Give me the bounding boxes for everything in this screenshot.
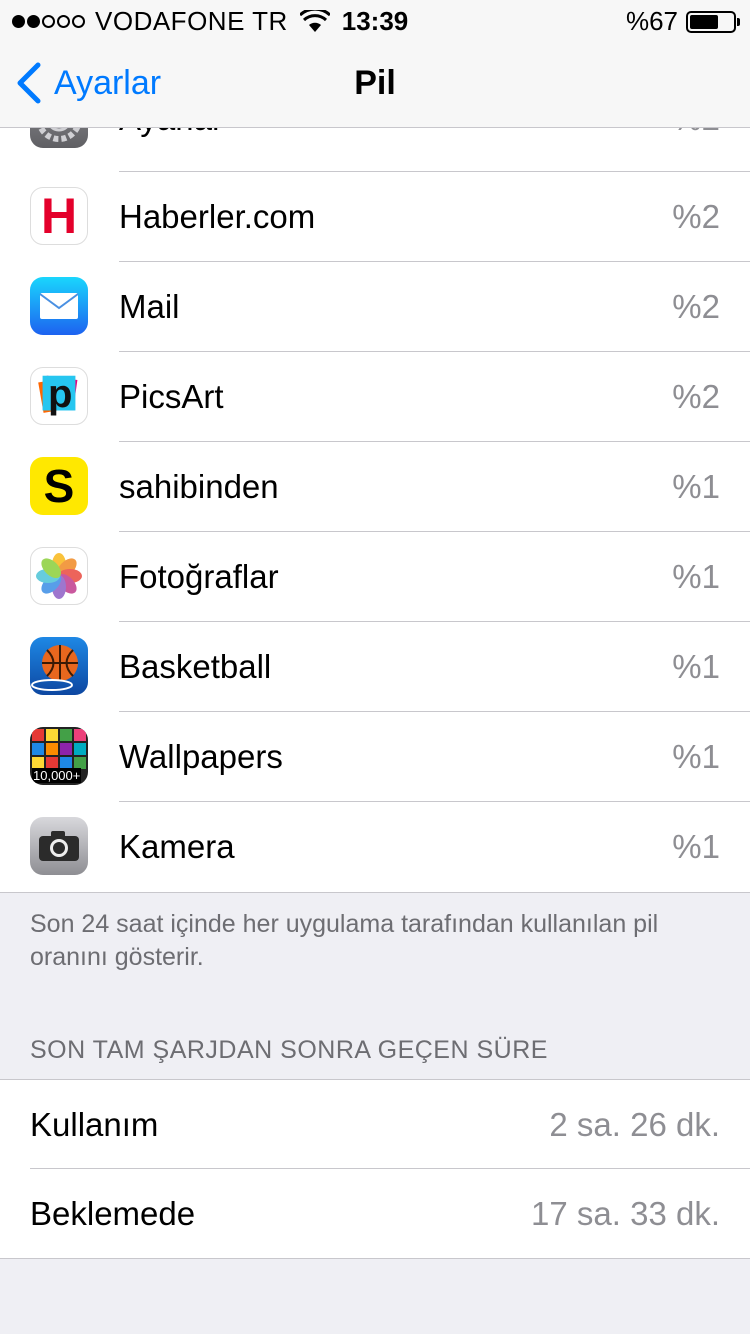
app-name: sahibinden bbox=[119, 468, 279, 505]
usage-label: Kullanım bbox=[30, 1106, 159, 1143]
app-percent: %1 bbox=[672, 558, 720, 595]
list-item[interactable]: S sahibinden %1 bbox=[0, 442, 750, 532]
usage-label: Beklemede bbox=[30, 1195, 196, 1232]
app-name: Wallpapers bbox=[119, 738, 283, 775]
haberler-icon: H bbox=[30, 187, 88, 245]
list-item[interactable]: Mail %2 bbox=[0, 262, 750, 352]
list-item[interactable]: H Haberler.com %2 bbox=[0, 172, 750, 262]
haberler-icon-letter: H bbox=[40, 188, 78, 244]
list-item[interactable]: Basketball %1 bbox=[0, 622, 750, 712]
battery-usage-footnote: Son 24 saat içinde her uygulama tarafınd… bbox=[30, 910, 659, 971]
usage-value: 2 sa. 26 dk. bbox=[549, 1106, 720, 1143]
app-name: Fotoğraflar bbox=[119, 558, 279, 595]
app-percent: %2 bbox=[672, 198, 720, 235]
usage-row-beklemede: Beklemede 17 sa. 33 dk. bbox=[0, 1169, 750, 1258]
list-item[interactable]: Kamera %1 bbox=[0, 802, 750, 892]
list-item[interactable]: 10,000+ Wallpapers %1 bbox=[0, 712, 750, 802]
app-percent: %1 bbox=[672, 828, 720, 865]
app-battery-list: Ayarlar %2 H Haberler.com %2 Mail %2 bbox=[0, 82, 750, 893]
page-title: Pil bbox=[354, 64, 396, 102]
picsart-icon-letter: p bbox=[48, 372, 73, 416]
app-name: Mail bbox=[119, 288, 180, 325]
list-item[interactable]: Fotoğraflar %1 bbox=[0, 532, 750, 622]
picsart-icon: p bbox=[30, 367, 88, 425]
app-name: Kamera bbox=[119, 828, 235, 865]
wallpapers-icon: 10,000+ bbox=[30, 727, 88, 785]
section-header: SON TAM ŞARJDAN SONRA GEÇEN SÜRE bbox=[30, 1036, 548, 1064]
app-name: PicsArt bbox=[119, 378, 224, 415]
mail-icon bbox=[30, 277, 88, 335]
camera-icon bbox=[30, 817, 88, 875]
usage-value: 17 sa. 33 dk. bbox=[531, 1195, 720, 1232]
wallpapers-icon-badge: 10,000+ bbox=[32, 768, 82, 783]
photos-icon bbox=[30, 547, 88, 605]
app-name: Basketball bbox=[119, 648, 272, 685]
status-bar: VODAFONE TR 13:39 %67 bbox=[0, 0, 750, 40]
app-percent: %1 bbox=[672, 648, 720, 685]
app-percent: %2 bbox=[672, 378, 720, 415]
sahibinden-icon-letter: S bbox=[43, 460, 75, 512]
app-percent: %2 bbox=[672, 288, 720, 325]
basketball-icon bbox=[30, 637, 88, 695]
battery-fill bbox=[690, 14, 719, 29]
list-item[interactable]: p PicsArt %2 bbox=[0, 352, 750, 442]
status-right: %67 bbox=[625, 6, 740, 37]
usage-row-kullanim: Kullanım 2 sa. 26 dk. bbox=[0, 1080, 750, 1169]
app-percent: %1 bbox=[672, 738, 720, 775]
battery-icon bbox=[686, 10, 740, 33]
navigation-bar: Ayarlar Pil bbox=[0, 40, 750, 128]
battery-percent: %67 bbox=[625, 6, 678, 36]
app-name: Haberler.com bbox=[119, 198, 316, 235]
usage-time-group: Kullanım 2 sa. 26 dk. Beklemede 17 sa. 3… bbox=[0, 1079, 750, 1259]
battery-usage-scroll-view[interactable]: Ayarlar %2 H Haberler.com %2 Mail %2 bbox=[0, 0, 750, 1334]
app-percent: %1 bbox=[672, 468, 720, 505]
sahibinden-icon: S bbox=[30, 457, 88, 515]
